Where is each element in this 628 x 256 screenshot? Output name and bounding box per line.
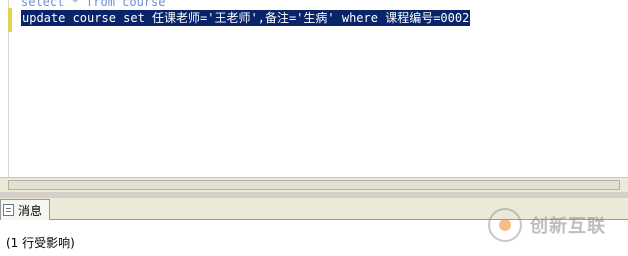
message-text: (1 行受影响)	[6, 236, 75, 250]
code-line-2-selected[interactable]: update course set 任课老师='王老师',备注='生病' whe…	[21, 10, 471, 26]
scrollbar-thumb[interactable]	[8, 180, 620, 190]
horizontal-scrollbar[interactable]	[0, 177, 628, 192]
code-line-1[interactable]: select * from course	[21, 0, 166, 10]
tab-messages-label: 消息	[18, 203, 43, 218]
watermark: 创新互联	[488, 207, 606, 243]
watermark-text: 创新互联	[530, 216, 606, 237]
watermark-logo-icon	[488, 208, 522, 242]
tab-messages[interactable]: 消息	[0, 199, 50, 220]
sql-editor[interactable]: select * from course update course set 任…	[0, 0, 628, 177]
message-icon	[3, 204, 14, 216]
change-marker	[8, 8, 12, 32]
